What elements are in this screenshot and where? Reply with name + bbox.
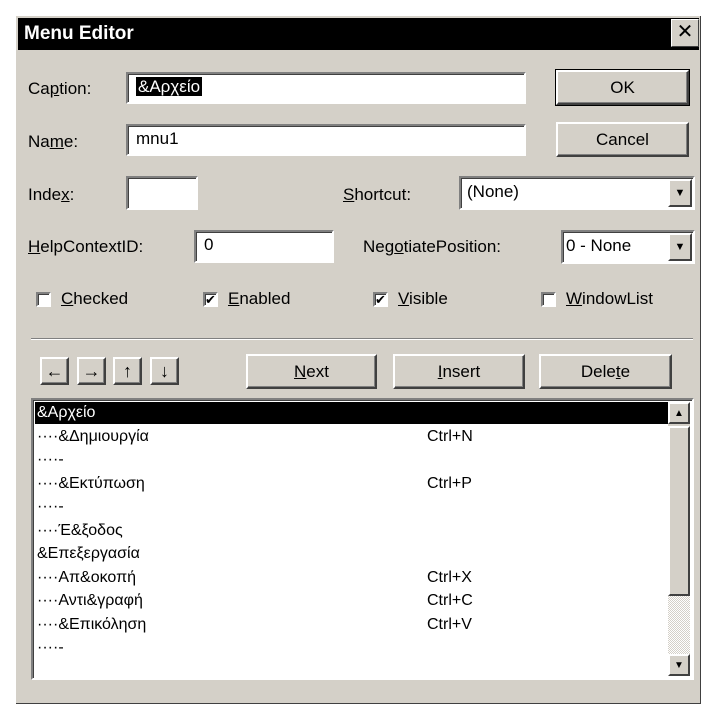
- delete-button[interactable]: Delete: [539, 354, 672, 389]
- triangle-down-icon: ▼: [674, 659, 684, 671]
- arrow-right-icon: →: [82, 360, 101, 381]
- name-value: mnu1: [136, 129, 179, 148]
- title-bar[interactable]: Menu Editor ✕: [18, 18, 699, 50]
- checked-label: Checked: [61, 289, 129, 308]
- windowlist-checkbox[interactable]: WindowList: [541, 289, 653, 309]
- scrollbar-thumb[interactable]: [668, 426, 690, 596]
- ok-button[interactable]: OK: [555, 69, 690, 106]
- menu-items-list[interactable]: &Αρχείο ····&Δημιουργία Ctrl+N ····- ····&Εκ…: [31, 398, 694, 680]
- list-item-caption: ····&Επικόληση: [37, 615, 147, 633]
- list-item[interactable]: ····-: [35, 449, 668, 471]
- list-item[interactable]: &Αρχείο: [35, 402, 668, 424]
- move-left-button[interactable]: ←: [40, 357, 69, 385]
- help-context-input[interactable]: 0: [194, 230, 334, 263]
- checked-checkbox[interactable]: Checked: [36, 289, 128, 309]
- separator: [31, 338, 693, 340]
- list-item-caption: ····&Εκτύπωση: [37, 474, 145, 492]
- shortcut-combo[interactable]: (None) ▼: [459, 176, 695, 210]
- list-item[interactable]: ····&Εκτύπωση Ctrl+P: [35, 473, 668, 495]
- list-item[interactable]: ····&Επικόληση Ctrl+V: [35, 614, 668, 636]
- ok-label: OK: [610, 78, 635, 97]
- visible-checkbox[interactable]: ✔ Visible: [373, 289, 448, 309]
- list-item-caption: &Επεξεργασία: [37, 545, 140, 562]
- index-label: Index:: [28, 185, 75, 204]
- chevron-down-icon[interactable]: ▼: [668, 233, 692, 261]
- shortcut-value: (None): [467, 182, 519, 201]
- index-input[interactable]: [126, 176, 198, 210]
- list-item-caption: &Αρχείο: [37, 404, 96, 421]
- scroll-up-button[interactable]: ▲: [668, 402, 690, 424]
- close-button[interactable]: ✕: [671, 19, 699, 47]
- enabled-label: Enabled: [228, 289, 291, 308]
- arrow-down-icon: ↓: [160, 360, 169, 381]
- list-item-caption: ····-: [37, 451, 64, 468]
- name-input[interactable]: mnu1: [126, 124, 526, 156]
- negotiate-position-label: NegotiatePosition:: [363, 237, 501, 256]
- help-context-label: HelpContextID:: [28, 237, 144, 256]
- checkbox-box[interactable]: [36, 291, 51, 307]
- list-item[interactable]: ····Απ&οκοπή Ctrl+X: [35, 567, 668, 589]
- checkbox-box[interactable]: ✔: [373, 291, 388, 307]
- list-item-caption: ····-: [37, 639, 64, 656]
- list-item-caption: ····&Δημιουργία: [37, 427, 149, 445]
- arrow-left-icon: ←: [45, 360, 64, 381]
- next-label: Next: [294, 362, 329, 381]
- cancel-button[interactable]: Cancel: [556, 122, 689, 157]
- caption-input[interactable]: &Αρχείο: [126, 72, 526, 104]
- checkbox-box[interactable]: [541, 291, 556, 307]
- negotiate-position-combo[interactable]: 0 - None ▼: [561, 230, 695, 264]
- triangle-up-icon: ▲: [674, 407, 684, 419]
- shortcut-label: Shortcut:: [343, 185, 412, 204]
- list-item-caption: ····Αντι&γραφή: [37, 592, 143, 609]
- vertical-scrollbar[interactable]: ▲ ▼: [668, 402, 690, 676]
- list-item-caption: ····Έ&ξοδος: [37, 521, 123, 539]
- list-item[interactable]: &Επεξεργασία: [35, 543, 668, 565]
- list-item-caption: ····Απ&οκοπή: [37, 568, 137, 586]
- visible-label: Visible: [398, 289, 448, 308]
- list-item[interactable]: ····-: [35, 637, 668, 659]
- chevron-down-icon[interactable]: ▼: [668, 179, 692, 207]
- list-item[interactable]: ····Έ&ξοδος: [35, 520, 668, 542]
- next-button[interactable]: Next: [246, 354, 377, 389]
- windowlist-label: WindowList: [566, 289, 653, 308]
- enabled-checkbox[interactable]: ✔ Enabled: [203, 289, 290, 309]
- window-title: Menu Editor: [24, 23, 134, 44]
- insert-label: Insert: [437, 362, 481, 381]
- close-icon: ✕: [676, 21, 694, 43]
- list-item-caption: ····-: [37, 498, 64, 515]
- list-item[interactable]: ····Αντι&γραφή Ctrl+C: [35, 590, 668, 612]
- insert-button[interactable]: Insert: [393, 354, 525, 389]
- negotiate-position-value: 0 - None: [566, 236, 632, 255]
- help-context-value: 0: [204, 235, 214, 254]
- list-item[interactable]: ····&Δημιουργία Ctrl+N: [35, 426, 668, 448]
- checkbox-box[interactable]: ✔: [203, 291, 218, 307]
- move-down-button[interactable]: ↓: [150, 357, 179, 385]
- scroll-down-button[interactable]: ▼: [668, 654, 690, 676]
- move-right-button[interactable]: →: [77, 357, 106, 385]
- scrollbar-track[interactable]: [668, 596, 690, 654]
- list-item[interactable]: ····-: [35, 496, 668, 518]
- list-item-shortcut: Ctrl+C: [427, 592, 473, 609]
- list-item-shortcut: Ctrl+N: [427, 427, 473, 445]
- menu-editor-dialog: Menu Editor ✕ Caption: &Αρχείο OK Name: …: [15, 15, 701, 704]
- list-item-shortcut: Ctrl+X: [427, 568, 472, 586]
- list-item-shortcut: Ctrl+V: [427, 615, 472, 633]
- caption-value: &Αρχείο: [136, 77, 203, 96]
- cancel-label: Cancel: [596, 130, 649, 149]
- move-up-button[interactable]: ↑: [113, 357, 142, 385]
- list-item-shortcut: Ctrl+P: [427, 474, 472, 492]
- arrow-up-icon: ↑: [123, 360, 132, 381]
- delete-label: Delete: [580, 362, 631, 381]
- name-label: Name:: [28, 132, 79, 151]
- caption-label: Caption:: [28, 79, 92, 98]
